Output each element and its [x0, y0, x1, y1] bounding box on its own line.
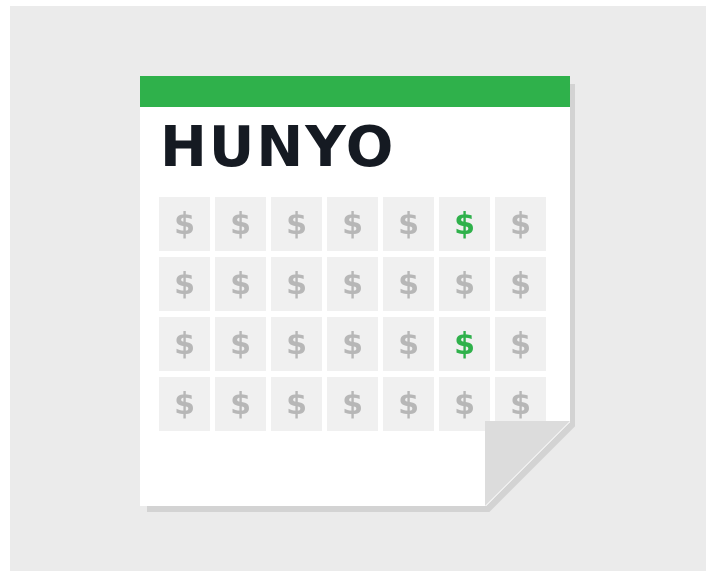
- dollar-sign-icon: $: [215, 317, 266, 371]
- dollar-sign-icon: $: [495, 257, 546, 311]
- dollar-sign-icon: $: [159, 257, 210, 311]
- dollar-sign-icon: $: [495, 197, 546, 251]
- dollar-sign-icon: $: [439, 257, 490, 311]
- dollar-sign-icon: $: [159, 317, 210, 371]
- dollar-sign-icon: $: [271, 377, 322, 431]
- dollar-sign-icon-highlighted: $: [439, 317, 490, 371]
- dollar-sign-icon: $: [159, 377, 210, 431]
- calendar-header-bar: [140, 76, 570, 107]
- dollar-sign-icon: $: [215, 257, 266, 311]
- calendar-title: HUNYO: [160, 115, 396, 180]
- dollar-sign-icon: $: [327, 317, 378, 371]
- dollar-sign-icon: $: [271, 317, 322, 371]
- dollar-sign-icon: $: [271, 257, 322, 311]
- calendar-grid: $ $ $ $ $ $ $ $ $ $ $ $ $ $ $ $ $ $ $ $ $ $ $ $ $ $ $ $: [159, 197, 546, 431]
- dollar-sign-icon: $: [383, 257, 434, 311]
- dollar-sign-icon: $: [327, 257, 378, 311]
- dollar-sign-icon: $: [159, 197, 210, 251]
- dollar-sign-icon: $: [383, 317, 434, 371]
- dollar-sign-icon: $: [215, 197, 266, 251]
- dollar-sign-icon: $: [327, 377, 378, 431]
- dollar-sign-icon-highlighted: $: [439, 197, 490, 251]
- dollar-sign-icon: $: [327, 197, 378, 251]
- dollar-sign-icon: $: [383, 377, 434, 431]
- dollar-sign-icon: $: [383, 197, 434, 251]
- dollar-sign-icon: $: [439, 377, 490, 431]
- dollar-sign-icon: $: [271, 197, 322, 251]
- dollar-sign-icon: $: [215, 377, 266, 431]
- dollar-sign-icon: $: [495, 317, 546, 371]
